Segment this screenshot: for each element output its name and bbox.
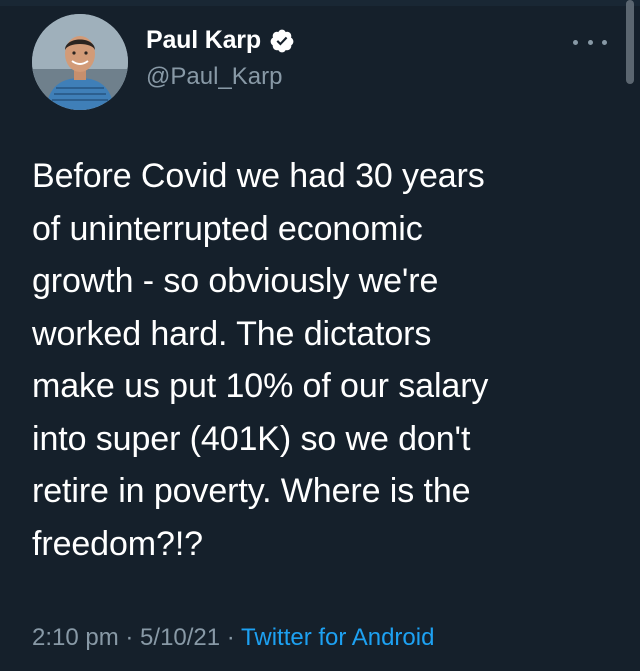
top-edge <box>0 0 640 6</box>
tweet-meta: 2:10 pm · 5/10/21 · Twitter for Android <box>32 624 434 652</box>
verified-badge-icon <box>269 28 295 54</box>
tweet-card: Paul Karp @Paul_Karp Before Covid we had… <box>0 0 640 671</box>
author-handle[interactable]: @Paul_Karp <box>146 63 282 91</box>
more-dot <box>602 39 607 45</box>
display-name[interactable]: Paul Karp <box>146 26 261 55</box>
profile-photo-icon <box>32 14 128 110</box>
scrollbar[interactable] <box>626 0 634 84</box>
more-horizontal-icon[interactable] <box>573 36 607 48</box>
tweet-time[interactable]: 2:10 pm <box>32 624 119 651</box>
meta-separator: · <box>220 624 242 651</box>
tweet-source-link[interactable]: Twitter for Android <box>241 624 434 651</box>
meta-separator: · <box>118 624 141 651</box>
tweet-text: Before Covid we had 30 years of uninterr… <box>32 157 489 563</box>
avatar[interactable] <box>32 14 128 110</box>
tweet-date[interactable]: 5/10/21 <box>140 624 220 651</box>
more-dot <box>573 39 578 45</box>
name-row[interactable]: Paul Karp <box>146 26 295 55</box>
more-dot <box>587 39 593 45</box>
